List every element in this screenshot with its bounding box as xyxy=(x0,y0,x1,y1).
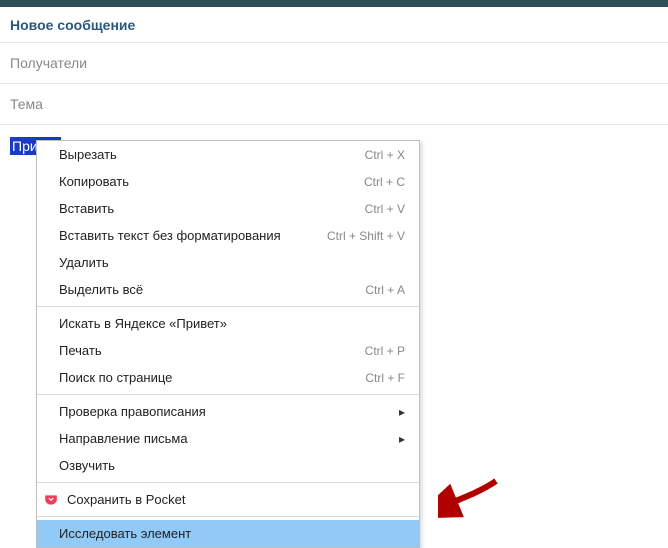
menu-find[interactable]: Поиск по странице Ctrl + F xyxy=(37,364,419,391)
menu-copy[interactable]: Копировать Ctrl + C xyxy=(37,168,419,195)
menu-cut-shortcut: Ctrl + X xyxy=(365,148,405,162)
menu-select-all[interactable]: Выделить всё Ctrl + A xyxy=(37,276,419,303)
menu-paste-label: Вставить xyxy=(59,201,365,216)
menu-delete-label: Удалить xyxy=(59,255,405,270)
recipients-placeholder: Получатели xyxy=(10,55,87,71)
menu-cut-label: Вырезать xyxy=(59,147,365,162)
menu-paste-shortcut: Ctrl + V xyxy=(365,202,405,216)
menu-paste-plain-shortcut: Ctrl + Shift + V xyxy=(327,229,405,243)
menu-direction-label: Направление письма xyxy=(59,431,391,446)
menu-paste-plain-label: Вставить текст без форматирования xyxy=(59,228,327,243)
menu-paste[interactable]: Вставить Ctrl + V xyxy=(37,195,419,222)
menu-select-all-shortcut: Ctrl + A xyxy=(365,283,405,297)
window-topbar xyxy=(0,0,668,7)
recipients-field[interactable]: Получатели xyxy=(0,43,668,84)
menu-pocket-label: Сохранить в Pocket xyxy=(67,492,405,507)
menu-search-yandex-label: Искать в Яндексе «Привет» xyxy=(59,316,405,331)
menu-print-shortcut: Ctrl + P xyxy=(365,344,405,358)
annotation-arrow-icon xyxy=(438,478,498,518)
subject-placeholder: Тема xyxy=(10,96,43,112)
menu-search-yandex[interactable]: Искать в Яндексе «Привет» xyxy=(37,310,419,337)
menu-inspect[interactable]: Исследовать элемент xyxy=(37,520,419,547)
menu-speak[interactable]: Озвучить xyxy=(37,452,419,479)
pocket-icon xyxy=(45,493,63,507)
compose-title: Новое сообщение xyxy=(10,17,135,33)
menu-print-label: Печать xyxy=(59,343,365,358)
menu-spellcheck-label: Проверка правописания xyxy=(59,404,391,419)
menu-inspect-label: Исследовать элемент xyxy=(59,526,405,541)
menu-find-label: Поиск по странице xyxy=(59,370,365,385)
context-menu: Вырезать Ctrl + X Копировать Ctrl + C Вс… xyxy=(36,140,420,548)
menu-spellcheck[interactable]: Проверка правописания ▸ xyxy=(37,398,419,425)
menu-find-shortcut: Ctrl + F xyxy=(365,371,405,385)
menu-separator xyxy=(37,306,419,307)
subject-field[interactable]: Тема xyxy=(0,84,668,125)
menu-separator xyxy=(37,516,419,517)
menu-copy-label: Копировать xyxy=(59,174,364,189)
menu-separator xyxy=(37,482,419,483)
menu-print[interactable]: Печать Ctrl + P xyxy=(37,337,419,364)
menu-delete[interactable]: Удалить xyxy=(37,249,419,276)
submenu-arrow-icon: ▸ xyxy=(399,405,405,419)
menu-cut[interactable]: Вырезать Ctrl + X xyxy=(37,141,419,168)
menu-separator xyxy=(37,394,419,395)
menu-select-all-label: Выделить всё xyxy=(59,282,365,297)
menu-pocket[interactable]: Сохранить в Pocket xyxy=(37,486,419,513)
menu-copy-shortcut: Ctrl + C xyxy=(364,175,405,189)
submenu-arrow-icon: ▸ xyxy=(399,432,405,446)
compose-header: Новое сообщение xyxy=(0,7,668,43)
menu-paste-plain[interactable]: Вставить текст без форматирования Ctrl +… xyxy=(37,222,419,249)
menu-speak-label: Озвучить xyxy=(59,458,405,473)
menu-direction[interactable]: Направление письма ▸ xyxy=(37,425,419,452)
